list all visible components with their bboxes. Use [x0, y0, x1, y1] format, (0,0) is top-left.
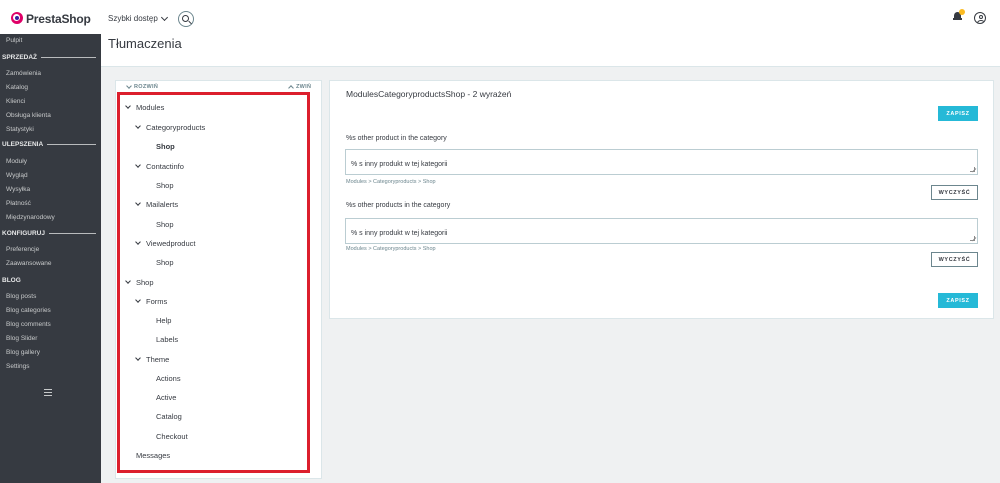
- sidebar-item-design[interactable]: Wygląd: [6, 172, 28, 179]
- expand-all-button[interactable]: ROZWIŃ: [126, 83, 158, 90]
- field-path: Modules > Categoryproducts > Shop: [346, 246, 436, 252]
- tree-node-shop-root[interactable]: Shop: [136, 278, 154, 287]
- sidebar-item-blog-comments[interactable]: Blog comments: [6, 321, 51, 328]
- sidebar-item-dashboard[interactable]: Pulpit: [6, 37, 22, 44]
- tree-node-theme[interactable]: Theme: [146, 355, 169, 364]
- tree-node-catalog[interactable]: Catalog: [156, 412, 182, 421]
- tree-node-modules[interactable]: Modules: [136, 103, 164, 112]
- translation-editor-panel: [329, 80, 994, 319]
- sidebar-nav: Pulpit SPRZEDAŻ Zamówienia Katalog Klien…: [0, 34, 101, 483]
- user-account-icon[interactable]: [974, 12, 986, 24]
- tree-node-forms[interactable]: Forms: [146, 297, 167, 306]
- search-button[interactable]: [178, 11, 194, 27]
- prestashop-logo-icon[interactable]: [11, 12, 23, 24]
- sidebar-item-customer-service[interactable]: Obsługa klienta: [6, 112, 51, 119]
- sidebar-item-blog-slider[interactable]: Blog Slider: [6, 335, 37, 342]
- sidebar-section-sales: SPRZEDAŻ: [2, 54, 96, 61]
- sidebar-item-preferences[interactable]: Preferencje: [6, 246, 39, 253]
- sidebar-item-blog-posts[interactable]: Blog posts: [6, 293, 36, 300]
- sidebar-section-configure: KONFIGURUJ: [2, 230, 96, 237]
- tree-node-checkout[interactable]: Checkout: [156, 432, 188, 441]
- save-button-bottom[interactable]: ZAPISZ: [938, 293, 978, 308]
- save-button-top[interactable]: ZAPISZ: [938, 106, 978, 121]
- editor-heading: ModulesCategoryproductsShop - 2 wyrażeń: [346, 89, 512, 99]
- translation-textarea[interactable]: % s inny produkt w tej kategorii: [345, 218, 978, 244]
- chevron-down-icon: [160, 13, 168, 21]
- clear-button[interactable]: WYCZYŚĆ: [931, 252, 978, 267]
- quick-access-label: Szybki dostęp: [108, 14, 158, 23]
- field-label: %s other product in the category: [346, 135, 447, 142]
- notification-badge: [959, 9, 965, 15]
- page-header: Tłumaczenia: [101, 34, 1000, 67]
- top-header: PrestaShop Szybki dostęp: [0, 0, 1000, 34]
- sidebar-item-blog-categories[interactable]: Blog categories: [6, 307, 51, 314]
- tree-node-help[interactable]: Help: [156, 316, 171, 325]
- tree-node-shop[interactable]: Shop: [156, 258, 174, 267]
- tree-node-actions[interactable]: Actions: [156, 374, 181, 383]
- sidebar-item-customers[interactable]: Klienci: [6, 98, 25, 105]
- notifications-bell-icon[interactable]: [953, 9, 965, 21]
- sidebar-section-improve: ULEPSZENIA: [2, 141, 96, 148]
- chevron-up-icon: [288, 85, 294, 91]
- sidebar-item-stats[interactable]: Statystyki: [6, 126, 34, 133]
- field-path: Modules > Categoryproducts > Shop: [346, 179, 436, 185]
- sidebar-item-payment[interactable]: Płatność: [6, 200, 31, 207]
- sidebar-item-orders[interactable]: Zamówienia: [6, 70, 41, 77]
- tree-node-labels[interactable]: Labels: [156, 335, 178, 344]
- sidebar-item-international[interactable]: Międzynarodowy: [6, 214, 55, 221]
- tree-node-categoryproducts[interactable]: Categoryproducts: [146, 123, 205, 132]
- sidebar-item-advanced[interactable]: Zaawansowane: [6, 260, 52, 267]
- tree-node-active[interactable]: Active: [156, 393, 176, 402]
- logo-text[interactable]: PrestaShop: [26, 12, 91, 26]
- sidebar-item-catalog[interactable]: Katalog: [6, 84, 28, 91]
- sidebar-section-blog: BLOG: [2, 277, 21, 284]
- tree-node-contactinfo[interactable]: Contactinfo: [146, 162, 184, 171]
- page-title: Tłumaczenia: [108, 36, 182, 51]
- chevron-down-icon: [126, 83, 132, 89]
- resize-handle-icon[interactable]: [970, 167, 975, 172]
- sidebar-collapse-menu-icon[interactable]: [44, 389, 52, 396]
- tree-node-mailalerts[interactable]: Mailalerts: [146, 200, 178, 209]
- quick-access-dropdown[interactable]: Szybki dostęp: [108, 13, 168, 23]
- sidebar-item-blog-gallery[interactable]: Blog gallery: [6, 349, 40, 356]
- tree-node-shop[interactable]: Shop: [156, 181, 174, 190]
- sidebar-item-blog-settings[interactable]: Settings: [6, 363, 30, 370]
- tree-node-viewedproduct[interactable]: Viewedproduct: [146, 239, 195, 248]
- sidebar-item-modules[interactable]: Moduły: [6, 158, 27, 165]
- resize-handle-icon[interactable]: [970, 236, 975, 241]
- clear-button[interactable]: WYCZYŚĆ: [931, 185, 978, 200]
- sidebar-item-shipping[interactable]: Wysyłka: [6, 186, 30, 193]
- tree-node-shop-selected[interactable]: Shop: [156, 142, 175, 151]
- tree-node-shop[interactable]: Shop: [156, 220, 174, 229]
- collapse-all-button[interactable]: ZWIŃ: [288, 84, 311, 91]
- translation-textarea[interactable]: % s inny produkt w tej kategorii: [345, 149, 978, 175]
- field-label: %s other products in the category: [346, 202, 451, 209]
- tree-node-messages[interactable]: Messages: [136, 451, 170, 460]
